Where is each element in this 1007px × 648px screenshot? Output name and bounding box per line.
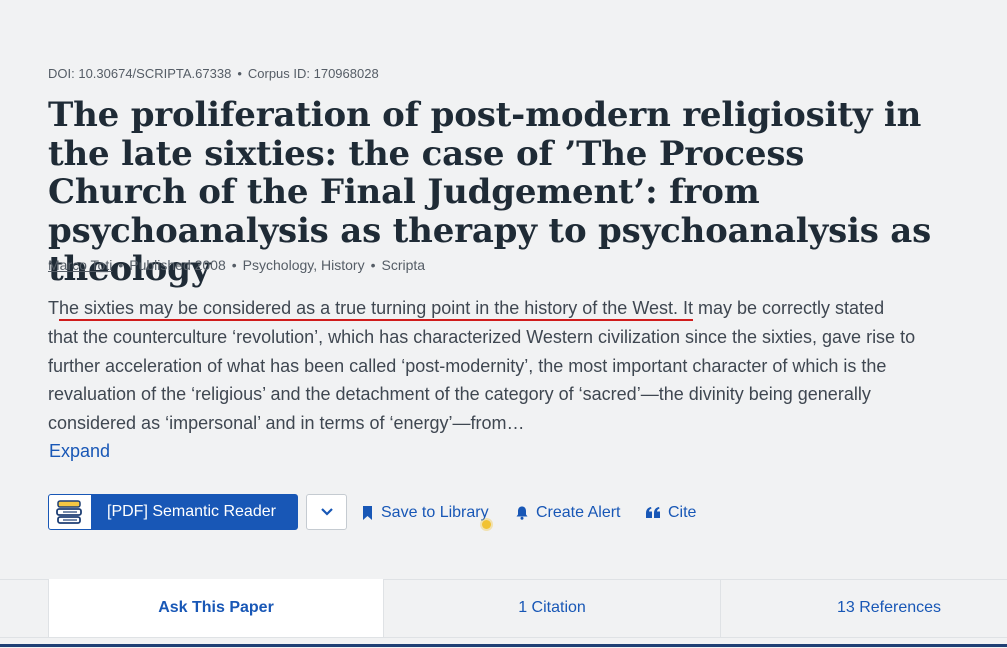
separator: • [370, 257, 376, 273]
byline: Marco Toti • Published 2008 • Psychology, Hi… [48, 257, 425, 273]
expand-abstract-link[interactable]: Expand [49, 441, 110, 462]
save-to-library-button[interactable]: Save to Library [362, 503, 489, 523]
fields-of-study: Psychology, History [242, 257, 365, 273]
cite-button[interactable]: Cite [646, 503, 696, 523]
abstract-highlighted: he sixties may be considered as a true t… [59, 298, 693, 318]
author-link[interactable]: Marco Toti [48, 257, 112, 273]
abstract-first-letter: T [48, 298, 59, 318]
save-label: Save to Library [381, 504, 489, 521]
semantic-reader-label: [PDF] Semantic Reader [107, 503, 276, 520]
abstract-rest: may be correctly stated that the counter… [48, 298, 916, 434]
quote-icon [646, 507, 660, 518]
paper-meta: DOI: 10.30674/SCRIPTA.67338 • Corpus ID: 1… [48, 66, 379, 81]
mouse-cursor-indicator [482, 520, 491, 529]
separator: • [237, 66, 242, 81]
published-date: Published 2008 [129, 257, 226, 273]
create-alert-button[interactable]: Create Alert [516, 503, 620, 523]
bookmark-icon [363, 506, 372, 520]
corpus-id: Corpus ID: 170968028 [247, 66, 379, 81]
tab-ask-this-paper[interactable]: Ask This Paper [48, 579, 384, 637]
tab-citations[interactable]: 1 Citation [384, 579, 720, 637]
book-icon [49, 495, 91, 529]
reader-options-dropdown[interactable] [306, 494, 347, 530]
alert-label: Create Alert [536, 504, 621, 521]
tab-references[interactable]: 13 References [721, 579, 1007, 637]
doi[interactable]: DOI: 10.30674/SCRIPTA.67338 [48, 66, 231, 81]
separator: • [231, 257, 237, 273]
bell-icon [516, 506, 528, 520]
abstract: The sixties may be considered as a true … [48, 294, 918, 438]
chevron-down-icon [320, 508, 333, 516]
semantic-reader-button[interactable]: [PDF] Semantic Reader [48, 494, 298, 530]
venue[interactable]: Scripta [381, 257, 425, 273]
cite-label: Cite [668, 504, 697, 521]
separator: • [118, 257, 124, 273]
